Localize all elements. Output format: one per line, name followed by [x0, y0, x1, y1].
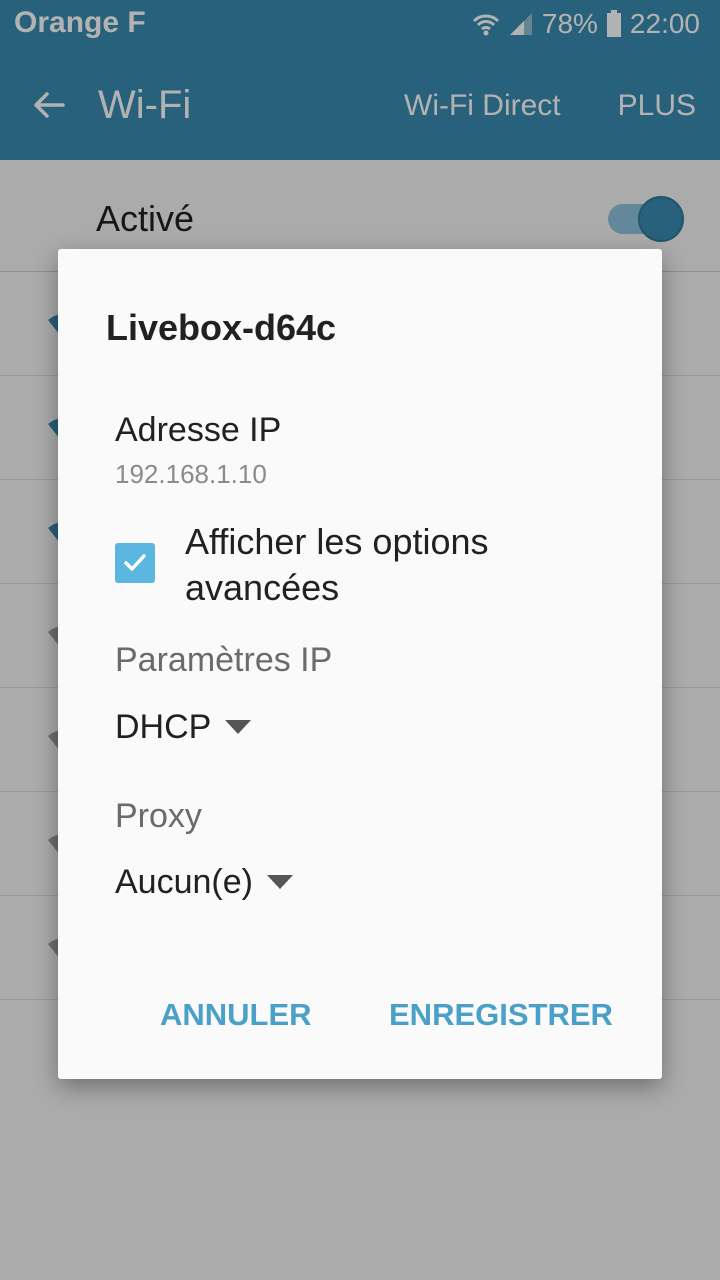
ip-settings-value: DHCP — [115, 707, 212, 746]
ip-address-value: 192.168.1.10 — [115, 459, 267, 489]
proxy-value: Aucun(e) — [115, 862, 253, 901]
advanced-options-row[interactable]: Afficher les options avancées — [115, 519, 615, 619]
dropdown-caret-icon — [225, 720, 252, 734]
network-dialog: Livebox-d64c Adresse IP 192.168.1.10 Aff… — [58, 249, 662, 1079]
proxy-dropdown[interactable]: Aucun(e) — [115, 860, 293, 904]
save-button[interactable]: ENREGISTRER — [387, 993, 615, 1037]
cancel-button[interactable]: ANNULER — [158, 993, 314, 1037]
dialog-title: Livebox-d64c — [106, 307, 337, 348]
ip-address-label: Adresse IP — [115, 411, 282, 449]
dropdown-caret-icon — [266, 875, 293, 889]
checkmark-icon — [124, 554, 146, 571]
ip-settings-label: Paramètres IP — [115, 641, 333, 679]
advanced-options-label: Afficher les options avancées — [185, 521, 489, 608]
ip-settings-dropdown[interactable]: DHCP — [115, 705, 252, 749]
advanced-options-checkbox[interactable] — [115, 543, 155, 583]
proxy-label: Proxy — [115, 797, 202, 835]
